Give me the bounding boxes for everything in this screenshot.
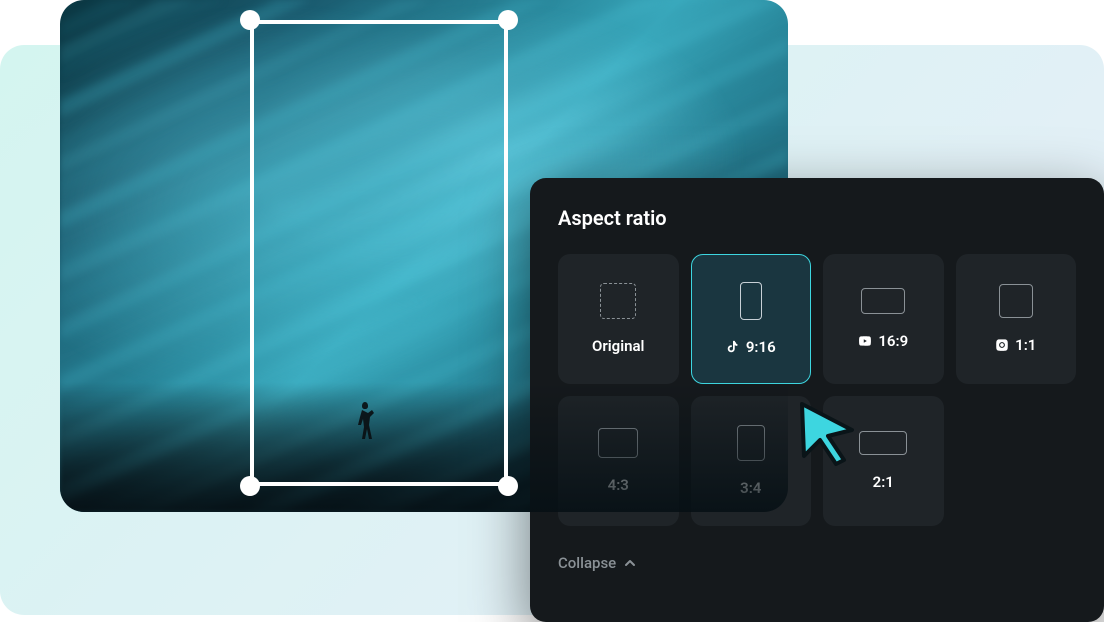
ratio-shape-icon xyxy=(740,282,762,320)
ratio-tile-9-16[interactable]: 9:16 xyxy=(691,254,812,384)
ratio-shape-icon xyxy=(861,288,905,314)
crop-frame[interactable] xyxy=(250,20,508,486)
ratio-tile-2-1[interactable]: 2:1 xyxy=(823,396,944,526)
ratio-tile-original[interactable]: Original xyxy=(558,254,679,384)
ratio-label: 16:9 xyxy=(858,332,908,350)
chevron-up-icon xyxy=(624,557,636,569)
crop-handle-bottom-right[interactable] xyxy=(498,476,518,496)
crop-handle-top-right[interactable] xyxy=(498,10,518,30)
youtube-icon xyxy=(858,334,872,348)
instagram-icon xyxy=(995,338,1009,352)
ratio-shape-icon xyxy=(600,283,636,319)
collapse-button[interactable]: Collapse xyxy=(558,546,1076,572)
crop-handle-top-left[interactable] xyxy=(240,10,260,30)
ratio-shape-icon xyxy=(999,284,1033,318)
ratio-tile-16-9[interactable]: 16:9 xyxy=(823,254,944,384)
ratio-label: 9:16 xyxy=(726,338,776,356)
tiktok-icon xyxy=(726,340,740,354)
ratio-label: Original xyxy=(592,337,644,355)
crop-handle-bottom-left[interactable] xyxy=(240,476,260,496)
ratio-label: 2:1 xyxy=(873,473,894,491)
panel-title: Aspect ratio xyxy=(558,206,1076,230)
collapse-label: Collapse xyxy=(558,554,616,572)
ratio-tile-1-1[interactable]: 1:1 xyxy=(956,254,1077,384)
ratio-shape-icon xyxy=(859,431,907,455)
ratio-label: 1:1 xyxy=(995,336,1036,354)
